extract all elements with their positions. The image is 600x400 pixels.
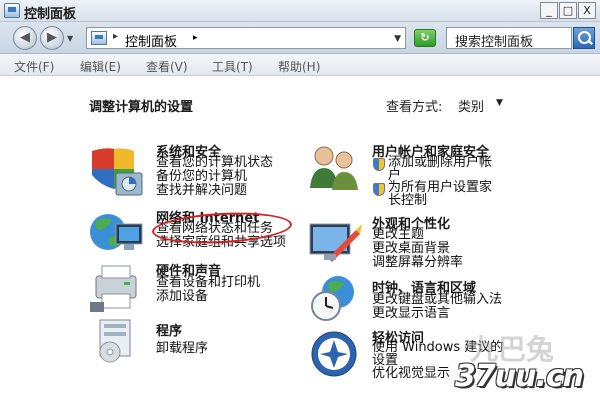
uac-shield-icon (373, 158, 385, 171)
page-title: 调整计算机的设置 (89, 100, 194, 115)
printer-icon[interactable] (88, 262, 144, 314)
link-view-computer-status[interactable]: 查看您的计算机状态 (156, 156, 273, 170)
address-field[interactable]: ▸ 控制面板 ▸ ▼ (86, 27, 406, 50)
link-change-keyboard[interactable]: 更改键盘或其他输入法 (372, 293, 502, 307)
watermark-logo: 37uu.cn (455, 359, 584, 394)
recent-pages-dropdown-icon[interactable]: ▼ (67, 34, 73, 43)
address-dropdown-icon[interactable]: ▼ (394, 34, 401, 44)
programs-icon[interactable] (90, 316, 140, 364)
clock-globe-icon[interactable] (308, 272, 362, 324)
link-backup-computer[interactable]: 备份您的计算机 (156, 170, 247, 184)
link-desktop-background[interactable]: 更改桌面背景 (372, 242, 450, 256)
menu-tools[interactable]: 工具(T) (212, 58, 253, 75)
link-add-device[interactable]: 添加设备 (156, 290, 208, 304)
user-accounts-icon[interactable] (306, 142, 362, 194)
search-input[interactable]: 搜索控制面板 (446, 27, 572, 50)
link-change-theme[interactable]: 更改主题 (372, 228, 424, 242)
link-add-remove-accounts[interactable]: 添加或删除用户帐 (388, 156, 492, 170)
control-panel-icon (91, 31, 107, 45)
window-title: 控制面板 (24, 7, 77, 22)
link-display-language[interactable]: 更改显示语言 (372, 307, 450, 321)
window-controls: _ □ X (539, 2, 596, 19)
refresh-button[interactable]: ↻ (414, 29, 436, 47)
search-icon[interactable] (573, 27, 595, 49)
menu-view[interactable]: 查看(V) (146, 58, 188, 75)
view-by-dropdown[interactable]: 类别 (458, 96, 484, 115)
breadcrumb-control-panel[interactable]: 控制面板 (125, 31, 177, 50)
link-optimize-visual-display[interactable]: 优化视觉显示 (372, 367, 450, 381)
menu-edit[interactable]: 编辑(E) (80, 58, 121, 75)
link-uninstall-program[interactable]: 卸载程序 (156, 342, 208, 356)
address-toolbar: ◀ ▶ ▼ ▸ 控制面板 ▸ ▼ ↻ 搜索控制面板 (0, 22, 600, 54)
ease-of-access-icon[interactable] (310, 330, 360, 378)
menu-bar: 文件(F) 编辑(E) 查看(V) 工具(T) 帮助(H) (0, 54, 600, 76)
menu-file[interactable]: 文件(F) (14, 58, 54, 75)
back-button[interactable]: ◀ (13, 26, 37, 50)
maximize-button[interactable]: □ (559, 2, 577, 19)
chevron-down-icon[interactable]: ▼ (496, 98, 503, 108)
link-parental-controls-cont[interactable]: 长控制 (388, 194, 427, 208)
category-programs[interactable]: 程序 (156, 320, 182, 339)
search-placeholder: 搜索控制面板 (455, 35, 534, 50)
title-bar: 控制面板 _ □ X (0, 0, 600, 22)
forward-button[interactable]: ▶ (40, 26, 64, 50)
link-troubleshoot[interactable]: 查找并解决问题 (156, 184, 247, 198)
appearance-icon[interactable] (306, 218, 362, 268)
system-security-icon[interactable] (86, 145, 144, 197)
uac-shield-icon (373, 183, 385, 196)
menu-help[interactable]: 帮助(H) (278, 58, 320, 75)
link-screen-resolution[interactable]: 调整屏幕分辨率 (372, 256, 463, 270)
control-panel-icon (4, 3, 20, 18)
minimize-button[interactable]: _ (540, 2, 558, 19)
breadcrumb-chevron-icon[interactable]: ▸ (193, 33, 198, 43)
view-by-label: 查看方式: (386, 100, 443, 115)
breadcrumb-separator[interactable]: ▸ (113, 31, 118, 42)
network-globe-icon[interactable] (86, 208, 146, 258)
link-devices-printers[interactable]: 查看设备和打印机 (156, 276, 260, 290)
close-button[interactable]: X (578, 2, 596, 19)
